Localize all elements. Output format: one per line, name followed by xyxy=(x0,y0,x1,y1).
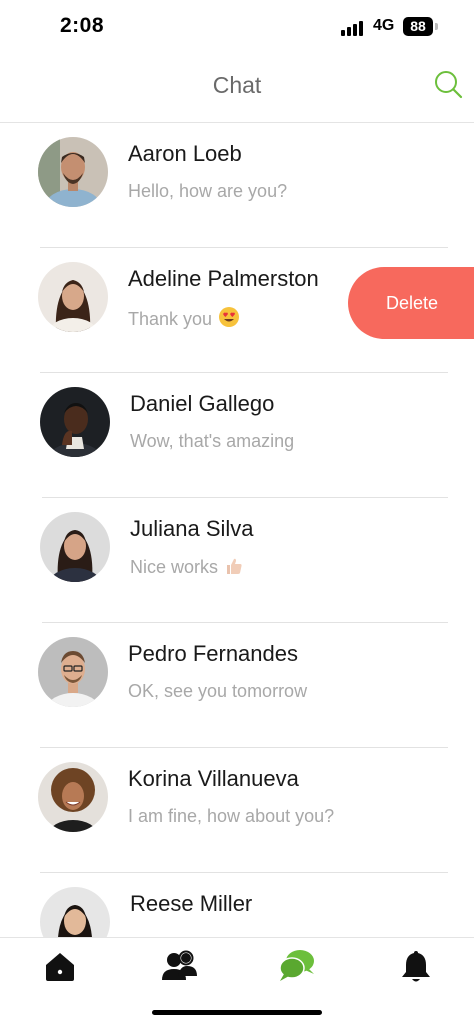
app-header: Chat xyxy=(0,56,474,123)
chat-list: Aaron Loeb Hello, how are you? Adeline P… xyxy=(0,123,474,937)
battery-icon: 88 xyxy=(403,17,433,36)
avatar[interactable] xyxy=(38,262,108,332)
avatar[interactable] xyxy=(40,387,110,457)
avatar[interactable] xyxy=(40,887,110,937)
avatar[interactable] xyxy=(38,137,108,207)
avatar[interactable] xyxy=(38,637,108,707)
message-preview: Thank you xyxy=(128,306,240,333)
home-icon[interactable] xyxy=(42,948,78,984)
contact-name: Korina Villanueva xyxy=(128,766,299,791)
delete-button[interactable]: Delete xyxy=(348,267,474,339)
chat-row-juliana-silva[interactable]: Juliana Silva Nice works xyxy=(0,498,474,623)
status-time: 2:08 xyxy=(60,14,105,37)
contact-name: Reese Miller xyxy=(130,891,253,916)
message-preview: I am fine, how about you? xyxy=(128,806,335,826)
avatar[interactable] xyxy=(40,512,110,582)
bell-icon[interactable] xyxy=(398,948,434,984)
search-icon[interactable] xyxy=(432,68,464,100)
signal-icon xyxy=(341,20,365,36)
chat-row-aaron-loeb[interactable]: Aaron Loeb Hello, how are you? xyxy=(0,123,474,248)
contact-name: Aaron Loeb xyxy=(128,141,242,166)
message-preview: Hello, how are you? xyxy=(128,181,288,201)
avatar[interactable] xyxy=(38,762,108,832)
home-indicator xyxy=(152,1010,322,1015)
contact-name: Adeline Palmerston xyxy=(128,266,319,291)
chat-icon[interactable] xyxy=(278,948,316,984)
heart-eyes-emoji xyxy=(218,306,240,333)
chat-row-reese-miller[interactable]: Reese Miller xyxy=(0,873,474,937)
status-bar: 2:08 4G 88 xyxy=(0,0,474,56)
message-preview: Nice works xyxy=(130,556,244,581)
message-text: Nice works xyxy=(130,557,219,577)
chat-row-korina-villanueva[interactable]: Korina Villanueva I am fine, how about y… xyxy=(0,748,474,873)
message-text: Thank you xyxy=(128,309,213,329)
users-icon[interactable] xyxy=(160,948,200,984)
contact-name: Daniel Gallego xyxy=(130,391,275,416)
battery-cap xyxy=(435,23,438,30)
message-preview: OK, see you tomorrow xyxy=(128,681,308,701)
chat-row-pedro-fernandes[interactable]: Pedro Fernandes OK, see you tomorrow xyxy=(0,623,474,748)
contact-name: Pedro Fernandes xyxy=(128,641,298,666)
contact-name: Juliana Silva xyxy=(130,516,254,541)
message-preview: Wow, that's amazing xyxy=(130,431,295,451)
chat-row-daniel-gallego[interactable]: Daniel Gallego Wow, that's amazing xyxy=(0,373,474,498)
page-title: Chat xyxy=(212,72,262,98)
network-type: 4G xyxy=(373,17,395,34)
thumbs-up-emoji xyxy=(224,556,244,581)
